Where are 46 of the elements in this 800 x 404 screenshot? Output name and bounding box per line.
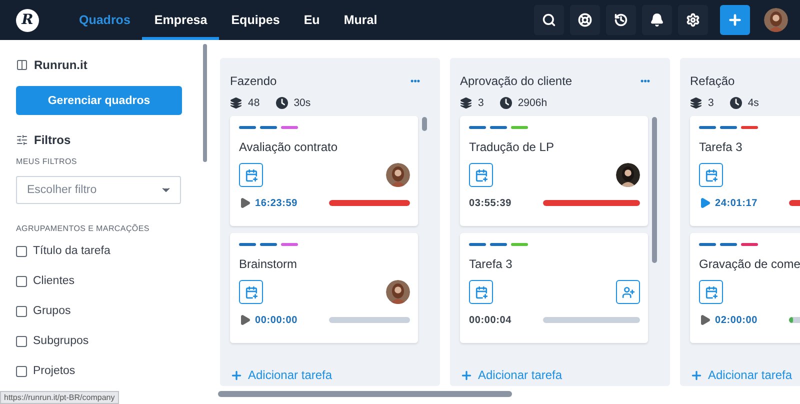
- timer: 16:23:59: [255, 198, 298, 208]
- timer: 03:55:39: [469, 198, 512, 208]
- nav-tab[interactable]: Quadros: [67, 0, 142, 40]
- column-title: Aprovação do cliente: [460, 74, 572, 88]
- timer: 02:00:00: [715, 314, 758, 326]
- option-label: Clientes: [33, 275, 75, 287]
- section-label: AGRUPAMENTOS E MARCAÇÕES: [16, 224, 150, 233]
- section-label: MEUS FILTROS: [16, 157, 78, 166]
- logo[interactable]: R: [16, 8, 39, 32]
- task-title: Brainstorm: [239, 257, 298, 271]
- column-time: 2906h: [518, 97, 548, 109]
- task-title: Tradução de LP: [469, 140, 555, 154]
- option-label: Subgrupos: [33, 335, 89, 347]
- status-bar: https://runrun.it/pt-BR/company: [0, 391, 119, 404]
- timer: 00:00:04: [469, 314, 512, 326]
- task-card[interactable]: Tradução de LP 03:55:39: [460, 116, 648, 226]
- task-count: 3: [708, 97, 714, 109]
- task-card[interactable]: Avaliação contrato 16:23:59: [230, 116, 418, 226]
- column-time: 4s: [748, 97, 759, 109]
- column-time: 30s: [294, 97, 311, 109]
- nav-tab[interactable]: Eu: [292, 0, 332, 40]
- filters-title: Filtros: [34, 133, 71, 147]
- task-card[interactable]: Tarefa 3 00:00:04: [460, 233, 648, 343]
- timer: 24:01:17: [715, 198, 758, 208]
- option-label: Projetos: [33, 365, 76, 377]
- filter-select[interactable]: Escolher filtro: [16, 176, 181, 204]
- nav-tab[interactable]: Equipes: [219, 0, 292, 40]
- column-menu-button[interactable]: •••: [640, 76, 650, 86]
- board-name: Runrun.it: [34, 58, 88, 72]
- timer: 00:00:00: [255, 314, 298, 326]
- task-card[interactable]: Gravação de come 02:00:00: [690, 233, 800, 343]
- task-count: 3: [478, 97, 484, 109]
- task-card[interactable]: Brainstorm 00:00:00: [230, 233, 418, 343]
- task-card[interactable]: Tarefa 3 24:01:17: [690, 116, 800, 226]
- task-title: Gravação de come: [699, 257, 800, 271]
- column-menu-button[interactable]: •••: [410, 76, 420, 86]
- column-title: Fazendo: [230, 74, 277, 88]
- task-title: Avaliação contrato: [239, 140, 339, 154]
- task-count: 48: [248, 97, 260, 109]
- task-title: Tarefa 3: [469, 257, 514, 271]
- option-label: Título da tarefa: [33, 245, 110, 257]
- option-label: Grupos: [33, 305, 71, 317]
- nav-tab[interactable]: Empresa: [142, 0, 220, 40]
- task-title: Tarefa 3: [699, 140, 744, 154]
- column-title: Refação: [690, 74, 735, 88]
- nav-tab[interactable]: Mural: [332, 0, 390, 40]
